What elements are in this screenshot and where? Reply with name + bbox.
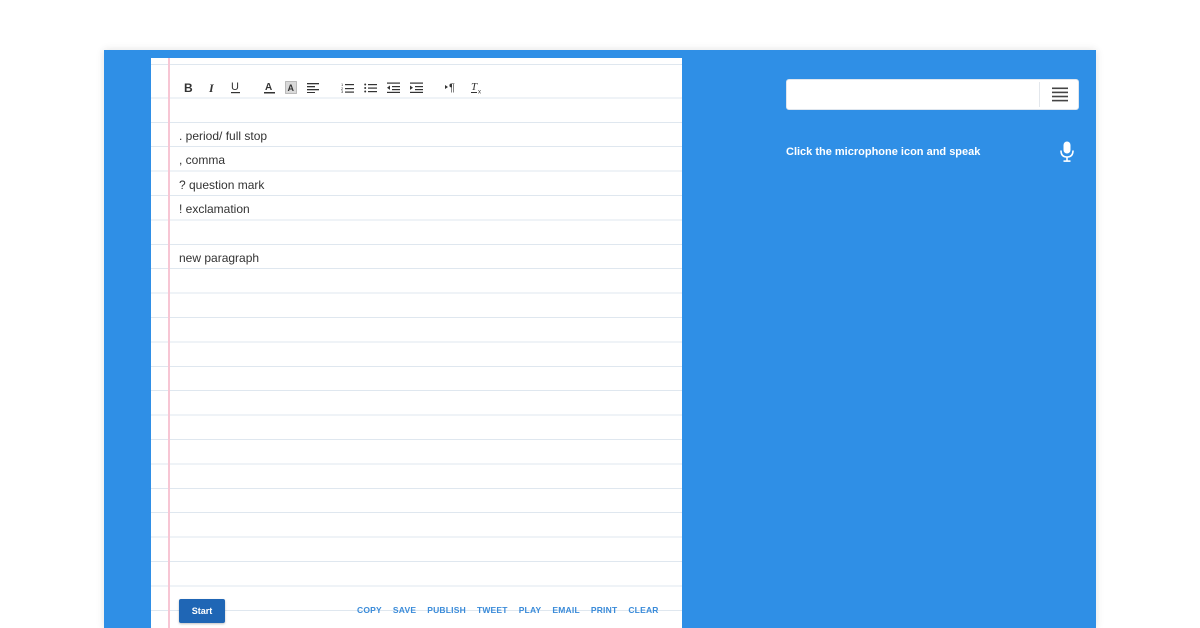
svg-text:A: A: [288, 83, 295, 93]
svg-text:U: U: [231, 81, 239, 93]
action-links: COPY SAVE PUBLISH TWEET PLAY EMAIL PRINT…: [357, 605, 659, 615]
search-box: [786, 79, 1079, 110]
bullet-list-icon[interactable]: [364, 77, 377, 97]
svg-text:T: T: [471, 81, 478, 93]
ordered-list-icon[interactable]: 123: [341, 77, 354, 97]
hint-text: Click the microphone icon and speak: [786, 146, 981, 158]
margin-line: [168, 58, 170, 628]
tweet-link[interactable]: TWEET: [477, 605, 508, 615]
document-line: ! exclamation: [179, 202, 250, 217]
outdent-icon[interactable]: [387, 77, 400, 97]
publish-link[interactable]: PUBLISH: [427, 605, 466, 615]
microphone-icon[interactable]: [1058, 140, 1076, 164]
search-input[interactable]: [787, 80, 1037, 109]
email-link[interactable]: EMAIL: [552, 605, 579, 615]
indent-icon[interactable]: [410, 77, 423, 97]
document-line: , comma: [179, 153, 226, 168]
copy-link[interactable]: COPY: [357, 605, 382, 615]
save-link[interactable]: SAVE: [393, 605, 416, 615]
formatting-toolbar: B I U A A 123 ¶ T x: [183, 77, 484, 97]
svg-text:A: A: [265, 82, 272, 93]
menu-icon[interactable]: [1043, 82, 1077, 107]
text-color-icon[interactable]: A: [263, 77, 275, 97]
align-left-icon[interactable]: [307, 77, 319, 97]
svg-text:B: B: [184, 82, 193, 93]
editor-page[interactable]: B I U A A 123 ¶ T x . period/ full stop …: [151, 58, 682, 628]
svg-text:I: I: [208, 82, 215, 93]
paragraph-direction-icon[interactable]: ¶: [445, 77, 459, 97]
search-divider: [1039, 82, 1040, 107]
start-button[interactable]: Start: [179, 599, 225, 623]
document-line: . period/ full stop: [179, 129, 268, 143]
highlight-icon[interactable]: A: [285, 77, 297, 97]
italic-icon[interactable]: I: [207, 77, 217, 97]
document-line: new paragraph: [179, 250, 260, 265]
svg-text:x: x: [478, 89, 481, 94]
document-line: ? question mark: [179, 177, 265, 192]
svg-text:¶: ¶: [449, 82, 455, 93]
play-link[interactable]: PLAY: [519, 605, 542, 615]
bold-icon[interactable]: B: [183, 77, 195, 97]
print-link[interactable]: PRINT: [591, 605, 618, 615]
document-text[interactable]: . period/ full stop , comma ? question m…: [179, 124, 662, 270]
underline-icon[interactable]: U: [229, 77, 241, 97]
clear-link[interactable]: CLEAR: [628, 605, 658, 615]
clear-format-icon[interactable]: Tx: [471, 77, 484, 97]
svg-text:3: 3: [341, 89, 344, 93]
app-window: B I U A A 123 ¶ T x . period/ full stop …: [104, 50, 1096, 628]
